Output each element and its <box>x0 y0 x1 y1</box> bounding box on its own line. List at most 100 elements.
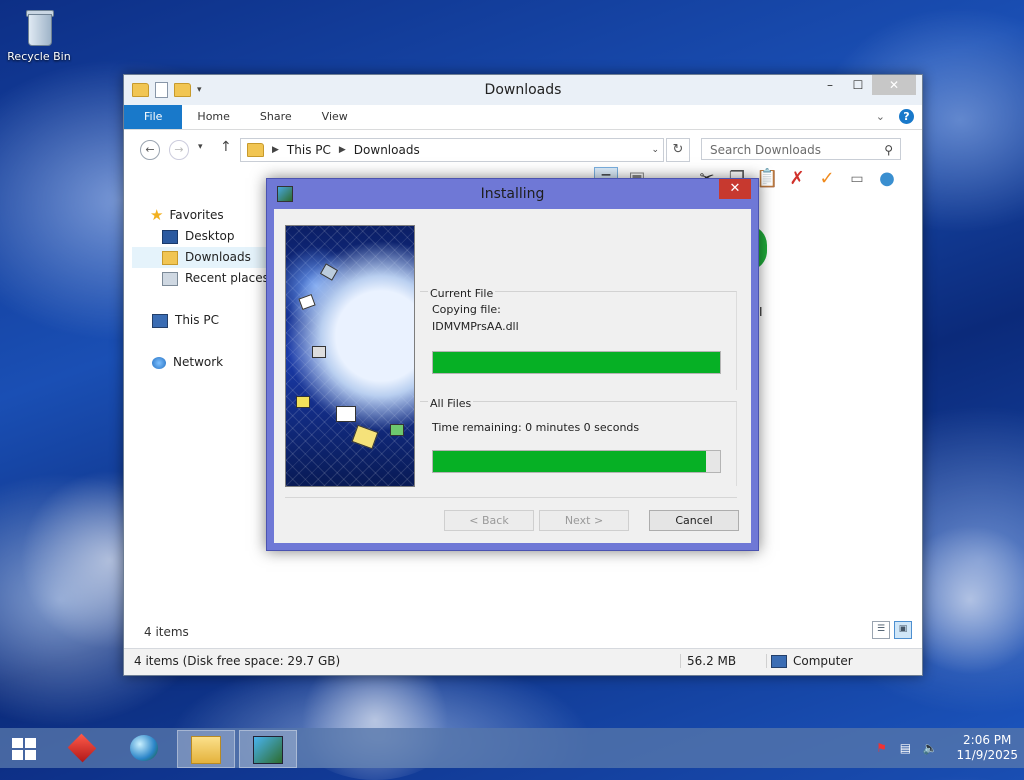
rename-icon[interactable]: ▭ <box>846 168 868 190</box>
ribbon-tabs: File Home Share View ⌄ ? <box>124 105 922 130</box>
minimize-button[interactable]: – <box>816 75 844 95</box>
red-app-icon <box>67 733 97 763</box>
copying-file-label: Copying file: <box>432 303 501 316</box>
items-count: 4 items <box>144 625 189 639</box>
nav-recent-label: Recent places <box>185 271 269 285</box>
details-view-button[interactable]: ☰ <box>872 621 890 639</box>
all-files-progress <box>432 450 721 473</box>
desktop-icon <box>162 229 178 244</box>
taskbar-installer[interactable] <box>239 730 297 768</box>
nav-desktop-label: Desktop <box>185 229 235 243</box>
tab-home[interactable]: Home <box>182 105 244 129</box>
clock-time: 2:06 PM <box>963 733 1012 747</box>
status-size: 56.2 MB <box>680 654 736 668</box>
nav-favorites[interactable]: ★ Favorites <box>132 205 282 226</box>
search-input[interactable]: Search Downloads ⚲ <box>701 138 901 160</box>
recycle-bin-label: Recycle Bin <box>7 50 71 63</box>
navigation-bar: ← → ▾ ↑ ▶ This PC ▶ Downloads ⌄ ↻ Search… <box>124 130 922 168</box>
tab-file[interactable]: File <box>124 105 183 129</box>
close-button[interactable]: ✕ <box>872 75 916 95</box>
breadcrumb-downloads[interactable]: Downloads <box>354 143 420 157</box>
taskbar-red-app[interactable] <box>54 730 110 766</box>
maximize-button[interactable]: ☐ <box>844 75 872 95</box>
current-file-progress <box>432 351 721 374</box>
large-icons-view-button[interactable]: ▣ <box>894 621 912 639</box>
next-button[interactable]: Next > <box>539 510 629 531</box>
clock[interactable]: 2:06 PM 11/9/2025 <box>956 733 1018 763</box>
start-icon[interactable] <box>12 738 36 760</box>
current-file-name: IDMVMPrsAA.dll <box>432 320 519 333</box>
nav-desktop[interactable]: Desktop <box>132 226 282 247</box>
dialog-body: Current File Copying file: IDMVMPrsAA.dl… <box>274 209 751 543</box>
installing-dialog: Installing ✕ Current File Copying file: … <box>266 178 759 551</box>
dialog-close-button[interactable]: ✕ <box>719 179 751 199</box>
delete-icon[interactable]: ✗ <box>786 168 808 190</box>
dialog-titlebar[interactable]: Installing ✕ <box>267 179 758 209</box>
tab-view[interactable]: View <box>307 105 363 129</box>
navigation-pane: ★ Favorites Desktop Downloads Recent pla… <box>132 205 282 373</box>
all-files-label: All Files <box>428 397 474 410</box>
search-placeholder: Search Downloads <box>710 143 821 157</box>
nav-downloads-label: Downloads <box>185 250 251 264</box>
recent-locations-icon[interactable]: ▾ <box>198 142 203 152</box>
dialog-separator <box>285 497 737 498</box>
recycle-bin-icon <box>24 6 54 46</box>
address-bar[interactable]: ▶ This PC ▶ Downloads ⌄ <box>240 138 664 162</box>
status-summary: 4 items (Disk free space: 29.7 GB) <box>134 654 341 668</box>
tab-share[interactable]: Share <box>245 105 307 129</box>
nav-network-label: Network <box>173 355 224 369</box>
help-icon[interactable]: ? <box>899 109 914 124</box>
status-location: Computer <box>766 654 853 668</box>
recent-places-icon <box>162 271 178 286</box>
nav-network[interactable]: Network <box>132 352 282 373</box>
search-icon: ⚲ <box>884 143 893 157</box>
time-remaining: Time remaining: 0 minutes 0 seconds <box>432 421 640 434</box>
paste-icon[interactable]: 📋 <box>756 168 778 190</box>
breadcrumb-separator: ▶ <box>272 145 279 155</box>
explorer-titlebar[interactable]: ▾ Downloads – ☐ ✕ <box>124 75 922 105</box>
taskbar: ⚑ ▤ 🔈 2:06 PM 11/9/2025 <box>0 728 1024 768</box>
recycle-bin[interactable]: Recycle Bin <box>6 6 72 63</box>
globe-icon[interactable]: ● <box>876 168 898 190</box>
all-files-group: All Files <box>420 397 737 486</box>
window-controls: – ☐ ✕ <box>816 75 916 95</box>
network-icon <box>152 356 166 369</box>
installer-banner-image <box>285 225 415 487</box>
location-folder-icon <box>247 143 264 157</box>
breadcrumb-separator: ▶ <box>338 145 346 155</box>
window-title: Downloads <box>484 82 562 98</box>
clock-date: 11/9/2025 <box>956 748 1018 762</box>
expand-ribbon-icon[interactable]: ⌄ <box>876 110 885 123</box>
refresh-icon[interactable]: ↻ <box>666 138 690 162</box>
back-icon[interactable]: ← <box>140 140 160 160</box>
action-center-icon[interactable]: ⚑ <box>874 741 888 755</box>
current-file-label: Current File <box>428 287 496 300</box>
current-file-progress-fill <box>433 352 720 373</box>
status-bar: 4 items (Disk free space: 29.7 GB) 56.2 … <box>124 648 922 675</box>
nav-downloads[interactable]: Downloads <box>132 247 282 268</box>
network-tray-icon[interactable]: ▤ <box>898 741 912 755</box>
address-dropdown-icon[interactable]: ⌄ <box>651 145 659 155</box>
taskbar-globe-app[interactable] <box>116 730 172 766</box>
star-icon: ★ <box>150 206 164 224</box>
back-button[interactable]: < Back <box>444 510 534 531</box>
installer-icon <box>253 736 283 764</box>
computer-icon <box>152 313 168 328</box>
breadcrumb-this-pc[interactable]: This PC <box>287 143 331 157</box>
file-explorer-icon <box>191 736 221 764</box>
system-tray: ⚑ ▤ 🔈 2:06 PM 11/9/2025 <box>874 728 1018 768</box>
check-icon[interactable]: ✓ <box>816 168 838 190</box>
up-icon[interactable]: ↑ <box>220 139 232 155</box>
status-location-label: Computer <box>793 654 853 668</box>
cancel-button[interactable]: Cancel <box>649 510 739 531</box>
nav-favorites-label: Favorites <box>169 208 224 222</box>
computer-icon <box>771 654 787 668</box>
view-switcher: ☰ ▣ <box>872 621 912 639</box>
nav-recent-places[interactable]: Recent places <box>132 268 282 289</box>
volume-muted-icon[interactable]: 🔈 <box>922 741 937 755</box>
forward-icon[interactable]: → <box>169 140 189 160</box>
taskbar-file-explorer[interactable] <box>177 730 235 768</box>
nav-this-pc[interactable]: This PC <box>132 310 282 331</box>
downloads-folder-icon <box>162 250 178 265</box>
globe-app-icon <box>130 735 158 761</box>
